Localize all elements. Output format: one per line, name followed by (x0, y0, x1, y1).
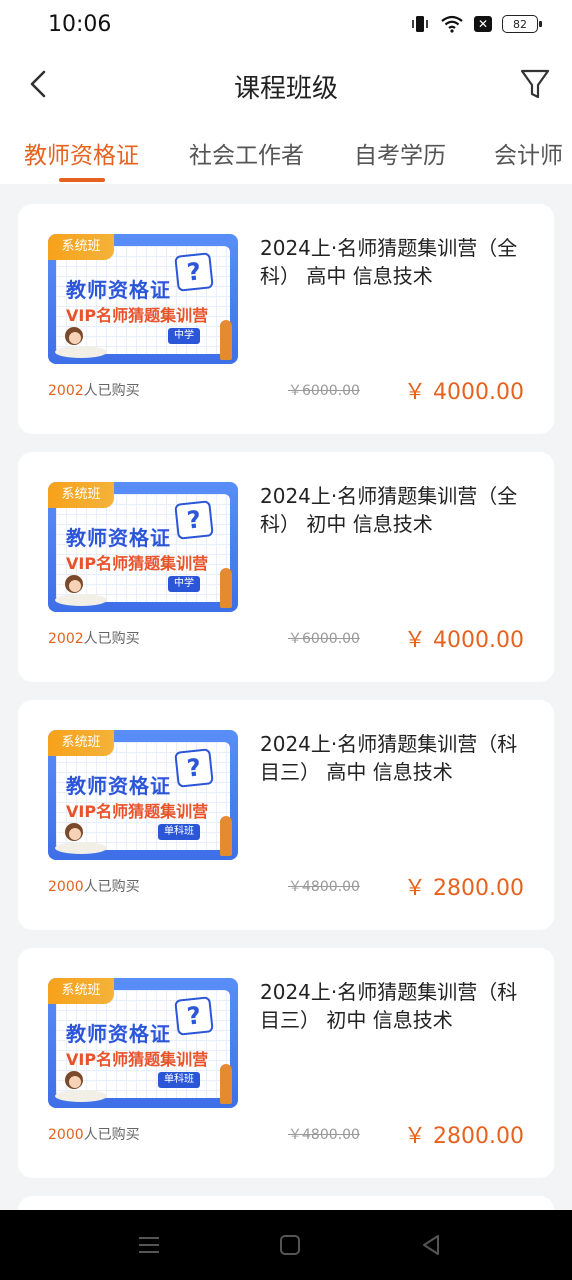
course-title: 2024上·名师猜题集训营（全科） 初中 信息技术 (260, 484, 518, 536)
home-icon[interactable] (277, 1232, 303, 1258)
student-reading-illustration (55, 823, 107, 854)
teacher-illustration (220, 816, 232, 856)
course-title: 2024上·名师猜题集训营（科目三） 高中 信息技术 (260, 732, 518, 784)
menu-icon[interactable] (136, 1232, 162, 1258)
thumb-level-tag: 中学 (168, 576, 200, 592)
wifi-icon (441, 15, 463, 33)
question-mark-icon: ? (174, 252, 214, 292)
course-card[interactable]: 系统班 ? 教师资格证 VIP名师猜题集训营 中学 2024上·名师猜题集训营（… (18, 204, 554, 434)
no-sim-icon: ✕ (474, 16, 492, 32)
current-price: ￥ 2800.00 (404, 876, 524, 901)
thumb-title: 教师资格证 (66, 1022, 171, 1046)
header: 课程班级 (0, 50, 572, 120)
course-title: 2024上·名师猜题集训营（科目三） 初中 信息技术 (260, 980, 518, 1032)
buyer-count: 2000人已购买 (48, 879, 140, 895)
vibrate-icon (412, 16, 428, 32)
course-title: 2024上·名师猜题集训营（全科） 高中 信息技术 (260, 236, 518, 288)
current-price: ￥ 4000.00 (404, 380, 524, 405)
thumb-level-tag: 单科班 (158, 824, 200, 840)
original-price: ￥6000.00 (288, 631, 360, 647)
back-triangle-icon[interactable] (418, 1232, 444, 1258)
category-tabs: 教师资格证 社会工作者 自考学历 会计师 (0, 120, 572, 184)
buyer-count: 2000人已购买 (48, 1127, 140, 1143)
status-icons: ✕ 82 (410, 14, 542, 34)
buyer-count: 2002人已购买 (48, 631, 140, 647)
current-price: ￥ 2800.00 (404, 1124, 524, 1149)
course-card[interactable]: 系统班 ? 教师资格证 VIP名师猜题集训营 单科班 2024上·名师猜题集训营… (18, 948, 554, 1178)
teacher-illustration (220, 320, 232, 360)
active-tab-indicator (59, 178, 105, 182)
student-reading-illustration (55, 575, 107, 606)
teacher-illustration (220, 1064, 232, 1104)
page-title: 课程班级 (233, 74, 338, 104)
original-price: ￥4800.00 (288, 1127, 360, 1143)
status-time: 10:06 (48, 12, 112, 37)
course-card[interactable]: 系统班 ? 教师资格证 VIP名师猜题集训营 中学 2024上·名师猜题集训营（… (18, 452, 554, 682)
course-card[interactable]: 系统班 ? 教师资格证 VIP名师猜题集训营 单科班 2024上·名师猜题集训营… (18, 700, 554, 930)
thumb-level-tag: 中学 (168, 328, 200, 344)
tab-teacher-cert[interactable]: 教师资格证 (24, 136, 139, 170)
current-price: ￥ 4000.00 (404, 628, 524, 653)
student-reading-illustration (55, 327, 107, 358)
tab-self-study[interactable]: 自考学历 (354, 136, 446, 170)
class-type-badge: 系统班 (48, 234, 114, 260)
course-thumbnail: 系统班 ? 教师资格证 VIP名师猜题集训营 单科班 (48, 730, 238, 860)
class-type-badge: 系统班 (48, 730, 114, 756)
question-mark-icon: ? (174, 500, 214, 540)
thumb-title: 教师资格证 (66, 278, 171, 302)
class-type-badge: 系统班 (48, 482, 114, 508)
buyer-count: 2002人已购买 (48, 383, 140, 399)
original-price: ￥6000.00 (288, 383, 360, 399)
student-reading-illustration (55, 1071, 107, 1102)
status-bar: 10:06 ✕ 82 (0, 0, 572, 50)
teacher-illustration (220, 568, 232, 608)
class-type-badge: 系统班 (48, 978, 114, 1004)
original-price: ￥4800.00 (288, 879, 360, 895)
battery-icon: 82 (502, 15, 542, 33)
tab-social-worker[interactable]: 社会工作者 (189, 136, 304, 170)
course-card-partial[interactable] (18, 1196, 554, 1210)
question-mark-icon: ? (174, 996, 214, 1036)
course-thumbnail: 系统班 ? 教师资格证 VIP名师猜题集训营 单科班 (48, 978, 238, 1108)
system-nav-bar (0, 1210, 572, 1280)
tab-accountant[interactable]: 会计师 (494, 136, 563, 170)
course-thumbnail: 系统班 ? 教师资格证 VIP名师猜题集训营 中学 (48, 482, 238, 612)
course-thumbnail: 系统班 ? 教师资格证 VIP名师猜题集训营 中学 (48, 234, 238, 364)
thumb-level-tag: 单科班 (158, 1072, 200, 1088)
thumb-title: 教师资格证 (66, 526, 171, 550)
thumb-title: 教师资格证 (66, 774, 171, 798)
question-mark-icon: ? (174, 748, 214, 788)
filter-icon[interactable] (520, 66, 550, 102)
